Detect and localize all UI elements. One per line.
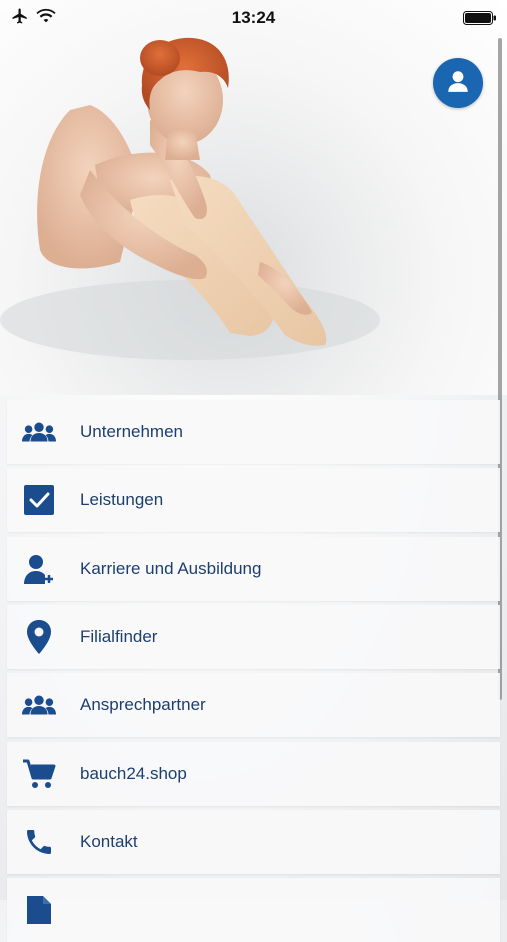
group-icon xyxy=(22,415,56,449)
hero-photo xyxy=(0,37,380,360)
menu-label: Karriere und Ausbildung xyxy=(80,559,262,578)
menu-label: Leistungen xyxy=(80,490,164,509)
status-time: 13:24 xyxy=(231,8,276,27)
status-bar: 13:24 xyxy=(0,0,507,36)
phone-icon xyxy=(22,825,56,859)
menu-label: Kontakt xyxy=(80,832,138,851)
menu-item-shop[interactable]: bauch24.shop xyxy=(7,742,500,806)
hero-image xyxy=(0,0,507,395)
add-user-icon xyxy=(22,552,56,586)
menu-item-partial[interactable] xyxy=(7,878,500,942)
map-pin-icon xyxy=(22,620,56,654)
battery-icon xyxy=(463,10,497,25)
cart-icon xyxy=(22,757,56,791)
group-icon xyxy=(22,688,56,722)
menu-item-leistungen[interactable]: Leistungen xyxy=(7,468,500,532)
menu-label: Unternehmen xyxy=(80,422,184,441)
user-icon xyxy=(445,68,471,99)
profile-button[interactable] xyxy=(433,58,483,108)
menu-item-filialfinder[interactable]: Filialfinder xyxy=(7,605,500,669)
menu-label: Ansprechpartner xyxy=(80,695,206,714)
checkbox-icon xyxy=(22,483,56,517)
menu-label: bauch24.shop xyxy=(80,764,187,783)
document-icon xyxy=(22,893,56,927)
menu-item-karriere[interactable]: Karriere und Ausbildung xyxy=(7,537,500,601)
menu-item-kontakt[interactable]: Kontakt xyxy=(7,810,500,874)
menu-label: Filialfinder xyxy=(80,627,158,646)
menu-item-ansprechpartner[interactable]: Ansprechpartner xyxy=(7,673,500,737)
menu-item-unternehmen[interactable]: Unternehmen xyxy=(7,400,500,464)
